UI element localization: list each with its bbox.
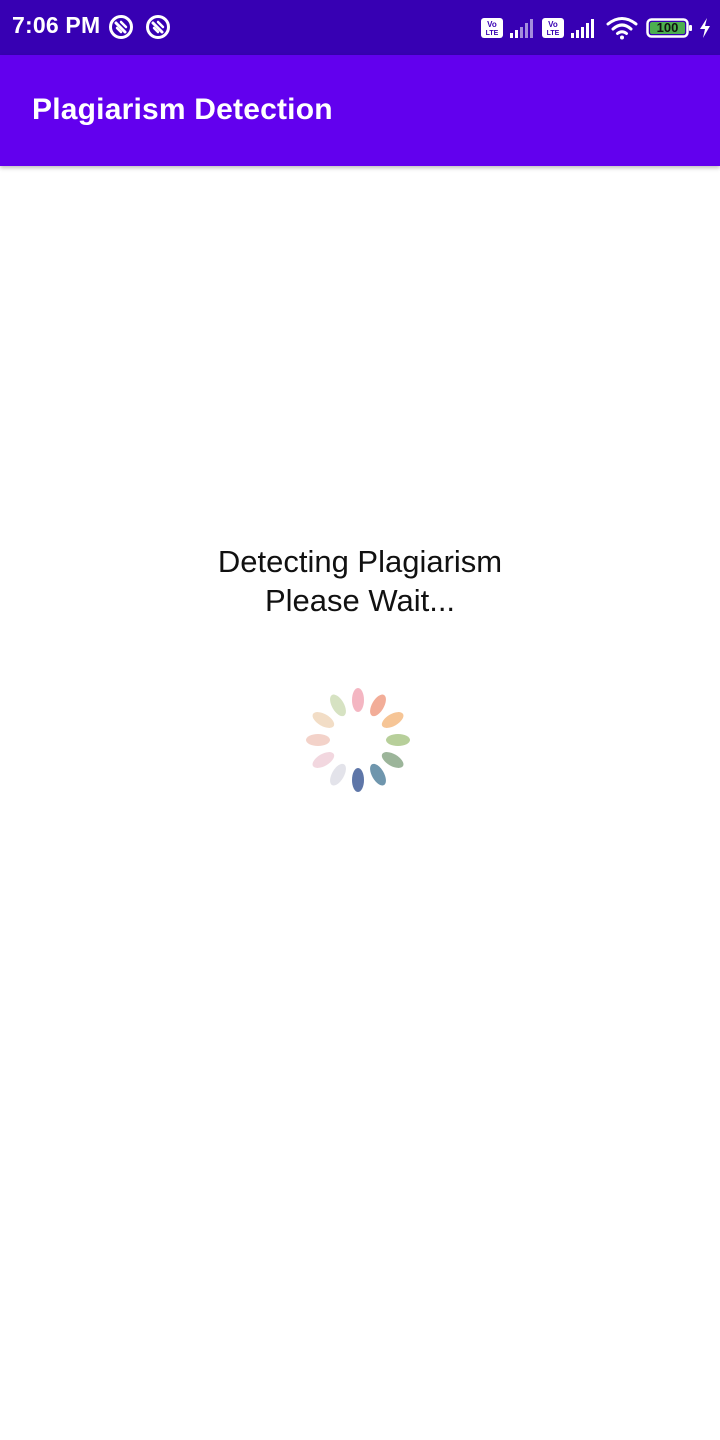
signal-icon (571, 19, 594, 38)
status-indicators: Vo LTE Vo LTE 100 (480, 12, 712, 44)
spinner-petal (312, 712, 335, 728)
spinner-petal (306, 734, 330, 746)
spinner-petal (330, 694, 346, 717)
svg-text:LTE: LTE (486, 30, 499, 37)
battery-level: 100 (656, 20, 679, 35)
svg-text:Vo: Vo (487, 20, 497, 29)
spinner-petal (330, 763, 346, 786)
battery-icon: 100 (646, 17, 694, 39)
spinner-petal (352, 768, 364, 792)
spinner-petal (352, 688, 364, 712)
message-line-2: Please Wait... (264, 583, 456, 618)
spinner-petal (381, 752, 404, 768)
charging-icon (700, 18, 710, 38)
spinner-petal (381, 712, 404, 728)
page-title: Plagiarism Detection (32, 93, 333, 126)
signal-icon (510, 19, 533, 38)
svg-text:Vo: Vo (548, 20, 558, 29)
spinner-petal (370, 763, 386, 786)
loading-message: Detecting Plagiarism Please Wait... (0, 542, 720, 620)
spinner-petal (370, 694, 386, 717)
svg-text:LTE: LTE (547, 30, 560, 37)
volte-icon: Vo LTE (542, 18, 564, 38)
app-notification-icon (146, 15, 170, 39)
app-notification-icon (109, 15, 133, 39)
status-time: 7:06 PM (12, 12, 101, 38)
message-line-1: Detecting Plagiarism (217, 544, 503, 579)
app-bar: Plagiarism Detection (0, 55, 720, 166)
wifi-icon (606, 17, 638, 40)
volte-icon: Vo LTE (481, 18, 503, 38)
loading-spinner-icon (306, 688, 410, 792)
status-bar: 7:06 PM Vo LTE Vo LTE 100 (0, 0, 720, 55)
spinner-petal (312, 752, 335, 768)
spinner-petal (386, 734, 410, 746)
